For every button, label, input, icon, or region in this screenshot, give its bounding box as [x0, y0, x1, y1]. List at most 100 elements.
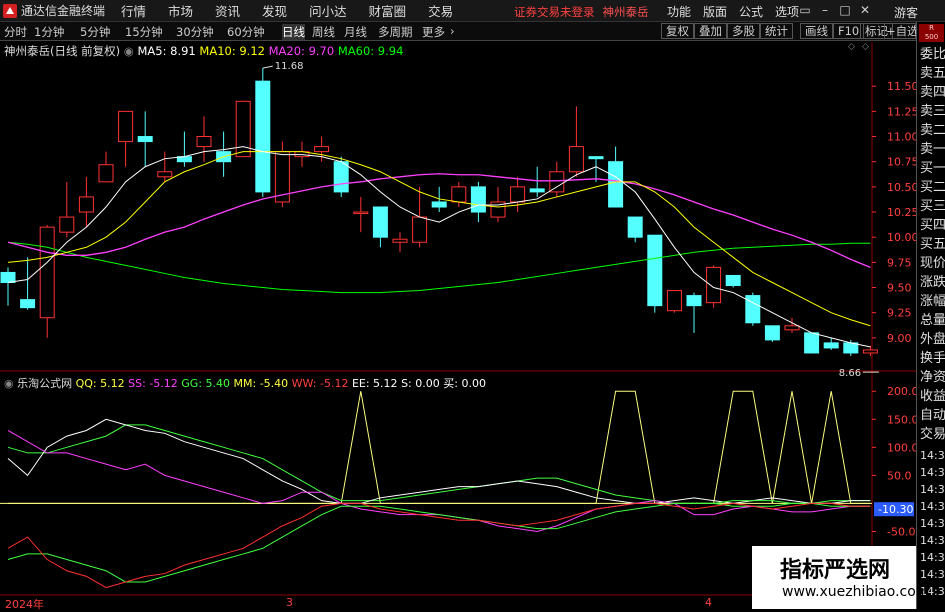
x-label-mar: 3 — [286, 596, 293, 609]
panel-item-trade[interactable]: 交易 — [920, 426, 945, 443]
candle-body — [725, 274, 741, 287]
panel-item-buy2[interactable]: 买二 — [920, 179, 945, 196]
panel-item-buy3[interactable]: 买三 — [920, 198, 945, 215]
low-marker-label: 8.66 — [839, 368, 861, 379]
candle-body — [392, 238, 408, 243]
panel-item-buy4[interactable]: 买四 — [920, 217, 945, 234]
panel-item-auto[interactable]: 自动 — [920, 407, 945, 424]
panel-item-earnings[interactable]: 收益 — [920, 388, 945, 405]
panel-item-sell2[interactable]: 卖二 — [920, 122, 945, 139]
candle-body — [529, 188, 545, 193]
price-tick-label: 11.50 — [887, 80, 916, 93]
panel-item-outer[interactable]: 外盘 — [920, 331, 945, 348]
chart-canvas[interactable]: 11.50 11.25 11.00 10.75 10.50 10.25 10.00 9.75 9… — [0, 22, 916, 609]
app-logo-icon — [2, 3, 18, 19]
panel-item-buy1[interactable]: 买一 — [920, 160, 945, 177]
menu-wealth[interactable]: 财富圈 — [369, 1, 407, 20]
x-label-2024: 2024年 — [5, 598, 44, 611]
osc-tick-label: 200.0 — [887, 385, 916, 398]
guest-label[interactable]: 游客 — [894, 4, 918, 21]
osc-tick-label: 100.0 — [887, 441, 916, 454]
main-menu: 行情 市场 资讯 发现 问小达 财富圈 交易 — [121, 1, 475, 20]
menu-layout[interactable]: 版面 — [703, 3, 727, 20]
app-title: 通达信金融终端 — [21, 4, 106, 18]
maximize-icon[interactable]: □ — [835, 3, 855, 17]
candle-body — [314, 146, 330, 153]
menu-formula[interactable]: 公式 — [739, 3, 763, 20]
close-icon[interactable]: ✕ — [855, 3, 875, 17]
diamond-icon: ◇ — [862, 42, 869, 52]
watermark: 指标严选网 www.xuezhibiao.com — [752, 546, 929, 609]
panel-item-change-pct[interactable]: 涨幅 — [920, 293, 945, 310]
red-line — [7, 502, 871, 589]
price-tick-label: 10.00 — [887, 231, 916, 244]
watermark-url: www.xuezhibiao.com — [782, 584, 930, 600]
ma5-line — [7, 146, 871, 348]
candle-body — [255, 80, 271, 193]
panel-item-volume[interactable]: 总量 — [920, 312, 945, 329]
x-label-apr: 4 — [705, 596, 712, 609]
price-tick-label: 9.00 — [887, 332, 912, 345]
candle-body — [608, 161, 624, 208]
restore-icon[interactable]: ▭ — [795, 3, 815, 17]
osc-tick-label: -50.00 — [887, 525, 916, 538]
candle-body — [451, 186, 467, 203]
trade-time: 14:37 — [920, 466, 945, 479]
candle-body — [157, 171, 173, 178]
candle-body — [804, 332, 820, 354]
trade-time: 14:37 — [920, 500, 945, 513]
menu-news[interactable]: 资讯 — [215, 1, 240, 20]
trade-time: 14:37 — [920, 449, 945, 462]
menu-ask[interactable]: 问小达 — [309, 1, 347, 20]
candle-body — [0, 271, 16, 284]
candle-body — [412, 216, 428, 243]
trade-time: 14:37 — [920, 568, 945, 581]
candle-body — [627, 216, 643, 238]
candle-body — [823, 342, 839, 349]
panel-item-price[interactable]: 现价 — [920, 255, 945, 272]
candle-body — [78, 196, 94, 213]
price-tick-label: 9.25 — [887, 307, 912, 320]
price-tick-label: 10.50 — [887, 181, 916, 194]
panel-item-sell3[interactable]: 卖三 — [920, 103, 945, 120]
candle-body — [59, 216, 75, 233]
candle-body — [372, 206, 388, 238]
menu-market[interactable]: 行情 — [121, 1, 146, 20]
panel-item-buy5[interactable]: 买五 — [920, 236, 945, 253]
menu-markets[interactable]: 市场 — [168, 1, 193, 20]
panel-item-sell4[interactable]: 卖四 — [920, 84, 945, 101]
minimize-icon[interactable]: – — [815, 3, 835, 17]
candle-body — [764, 325, 780, 341]
candle-body — [118, 110, 134, 143]
login-notice[interactable]: 证券交易未登录 神州泰岳 — [514, 4, 649, 20]
menu-function[interactable]: 功能 — [667, 3, 691, 20]
candle-body — [137, 136, 153, 143]
current-value-label: -10.30 — [878, 503, 913, 516]
panel-item-net-assets[interactable]: 净资 — [920, 369, 945, 386]
candle-body — [568, 146, 584, 173]
menu-discover[interactable]: 发现 — [262, 1, 287, 20]
title-bar: 通达信金融终端 行情 市场 资讯 发现 问小达 财富圈 交易 证券交易未登录 神州… — [0, 0, 945, 22]
panel-item-ratio[interactable]: 委比 — [920, 46, 945, 63]
high-marker-label: 11.68 — [275, 61, 304, 72]
candle-body — [549, 171, 565, 193]
magenta-line — [7, 430, 871, 532]
panel-item-turnover[interactable]: 换手 — [920, 350, 945, 367]
white-line — [7, 418, 871, 504]
terminal-window: 通达信金融终端 行情 市场 资讯 发现 问小达 财富圈 交易 证券交易未登录 神州… — [0, 0, 945, 611]
high-marker-line — [262, 65, 273, 69]
candle-body — [686, 295, 702, 307]
menu-trade[interactable]: 交易 — [428, 1, 453, 20]
price-tick-label: 9.75 — [887, 256, 912, 269]
candle-body — [333, 161, 349, 193]
price-tick-label: 10.25 — [887, 206, 916, 219]
candle-body — [39, 226, 55, 319]
panel-item-change[interactable]: 涨跌 — [920, 274, 945, 291]
panel-item-sell5[interactable]: 卖五 — [920, 65, 945, 82]
panel-item-sell1[interactable]: 卖一 — [920, 141, 945, 158]
candle-body — [431, 201, 447, 208]
price-tick-label: 11.25 — [887, 105, 916, 118]
panel-badge[interactable]: R 500 — [919, 24, 944, 42]
right-menu: 功能 版面 公式 选项 — [667, 3, 811, 20]
candle-body — [196, 136, 212, 148]
